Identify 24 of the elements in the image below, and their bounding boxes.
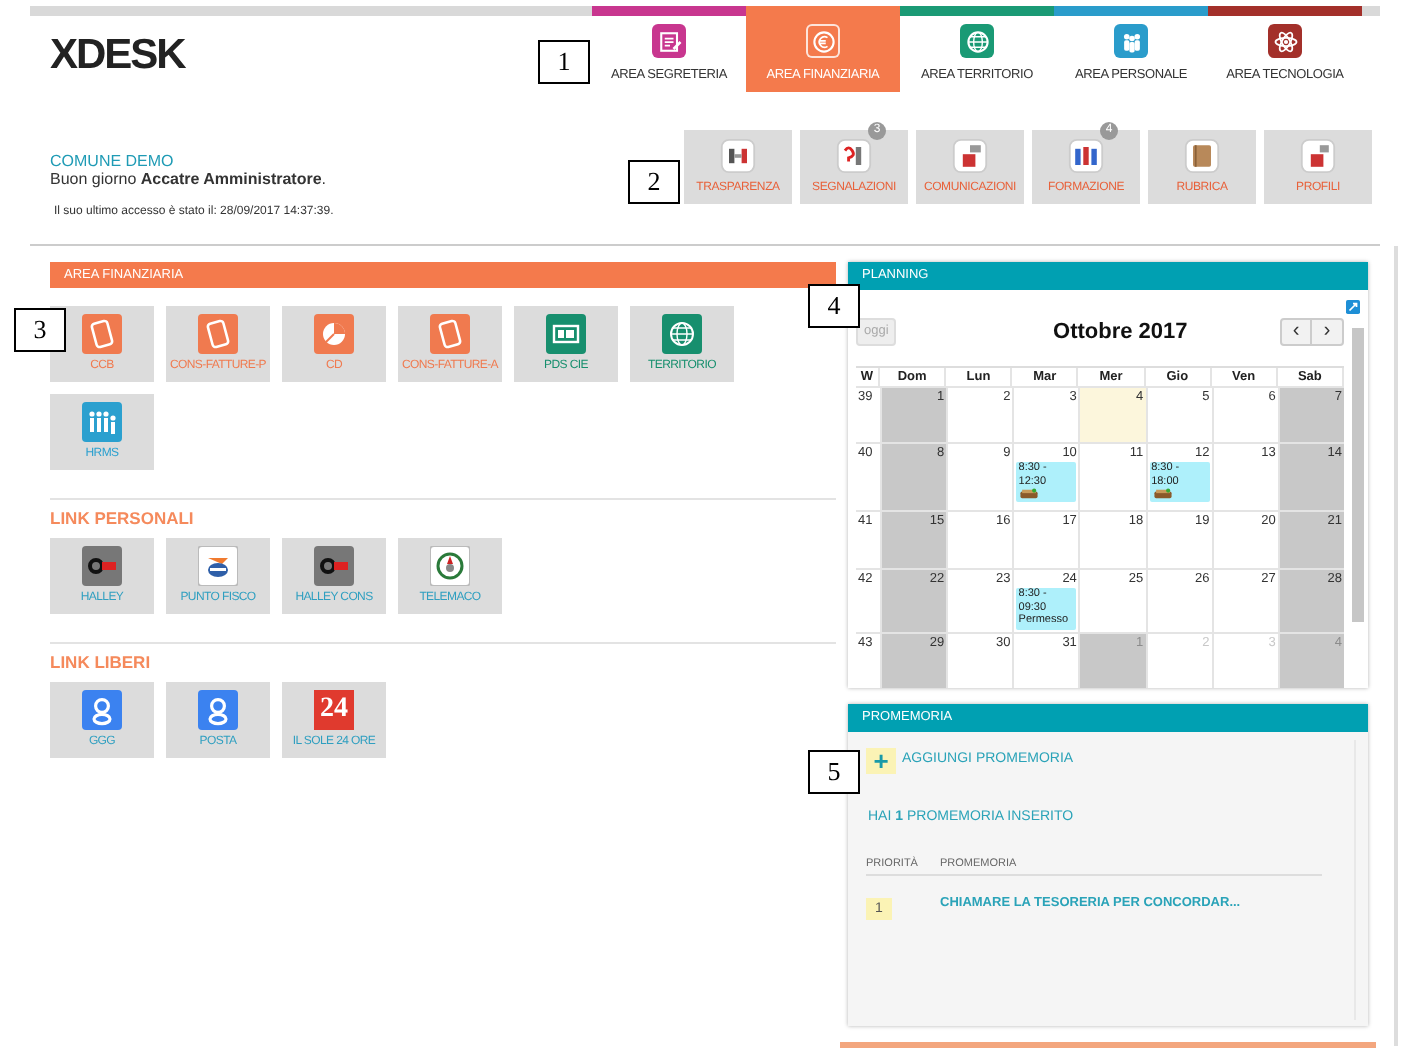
ring-bar-icon <box>314 546 354 586</box>
newspaper-logo-icon: 24 <box>314 690 354 730</box>
callout-number: 1 <box>538 40 590 84</box>
previous-button[interactable]: ‹ <box>1279 318 1312 346</box>
ring-bar-icon <box>82 546 122 586</box>
organization-name: COMUNE DEMO <box>50 152 176 170</box>
month-title: Ottobre 2017 <box>1053 317 1188 348</box>
callout-number: 3 <box>14 308 66 352</box>
callout-number: 2 <box>628 160 680 204</box>
loop-icon <box>82 690 122 730</box>
callout-number: 4 <box>808 284 860 328</box>
section-title: LINK PERSONALI <box>50 506 196 530</box>
section-title: LINK LIBERI <box>50 650 153 674</box>
loop-icon <box>198 690 238 730</box>
box-icon <box>1151 488 1174 501</box>
box-icon <box>1018 488 1041 501</box>
expand-icon <box>1346 300 1360 314</box>
emblem-icon <box>198 546 238 586</box>
callout-number: 5 <box>808 750 860 794</box>
app-logo: XDESK <box>50 30 185 83</box>
question-figure-icon <box>836 138 872 174</box>
greeting-text: Buon giorno Accatre Amministratore. <box>50 170 329 188</box>
book-icon <box>1184 138 1220 174</box>
next-button[interactable]: › <box>1311 318 1344 346</box>
